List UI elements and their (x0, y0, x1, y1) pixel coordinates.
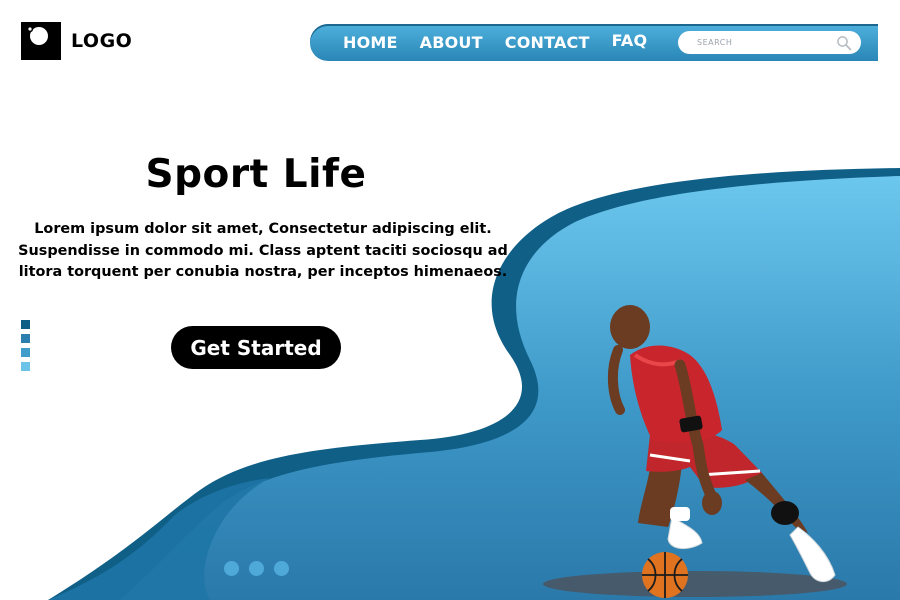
search-input[interactable] (697, 38, 837, 47)
basketball-player-illustration (543, 305, 847, 598)
nav-links: HOME ABOUT CONTACT FAQ (343, 24, 647, 61)
search-box (678, 31, 861, 54)
nav-faq[interactable]: FAQ (612, 31, 648, 50)
nav-contact[interactable]: CONTACT (505, 33, 590, 52)
carousel-dot[interactable] (274, 561, 289, 576)
navbar: HOME ABOUT CONTACT FAQ (310, 24, 878, 61)
carousel-dots (224, 561, 289, 576)
logo-icon (21, 22, 61, 60)
nav-home[interactable]: HOME (343, 33, 398, 52)
search-icon[interactable] (836, 35, 852, 51)
hero-description: Lorem ipsum dolor sit amet, Consectetur … (18, 221, 508, 280)
carousel-dot[interactable] (224, 561, 239, 576)
hero-title: Sport Life (145, 152, 367, 197)
side-indicator-item[interactable] (21, 320, 30, 329)
side-indicator (21, 320, 30, 371)
side-indicator-item[interactable] (21, 362, 30, 371)
get-started-button[interactable]: Get Started (171, 326, 341, 369)
logo-link[interactable]: LOGO (21, 22, 132, 60)
side-indicator-item[interactable] (21, 334, 30, 343)
side-indicator-item[interactable] (21, 348, 30, 357)
landing-page: LOGO HOME ABOUT CONTACT FAQ Sport Life L… (0, 0, 900, 600)
carousel-dot[interactable] (249, 561, 264, 576)
logo-text: LOGO (71, 30, 133, 52)
nav-about[interactable]: ABOUT (420, 33, 483, 52)
